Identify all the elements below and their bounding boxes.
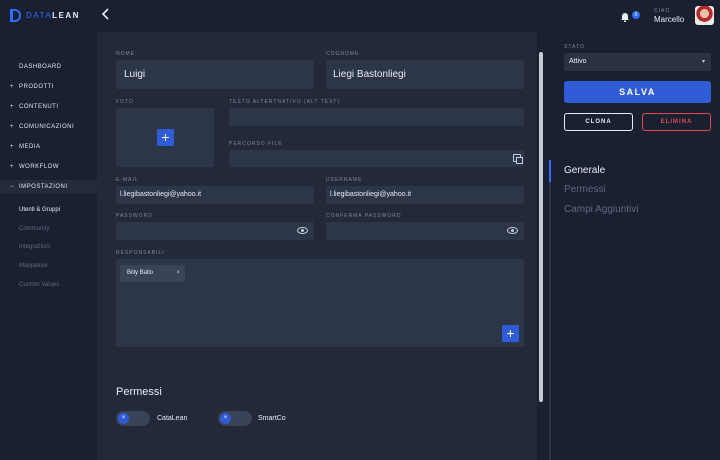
confirm-password-label: CONFERMA PASSWORD (326, 213, 402, 219)
expand-plus-icon: + (10, 104, 15, 110)
alt-text-label: TESTO ALTERTNATIVO (ALT TEXT) (229, 99, 341, 105)
sidebar-item-impostazioni[interactable]: − IMPOSTAZIONI (0, 180, 97, 194)
save-button[interactable]: SALVA (564, 81, 711, 103)
chevron-left-icon[interactable] (101, 8, 113, 22)
expand-plus-icon: + (10, 124, 15, 130)
toggle-catalean-label: CataLean (157, 415, 188, 422)
form-panel (97, 32, 537, 460)
username-value: l.liegibastonliegi@yahoo.it (330, 191, 412, 198)
confirm-password-field[interactable] (326, 222, 524, 240)
toggle-knob: × (118, 413, 129, 424)
sidebar-subitem-integrazioni[interactable]: Integrazioni (19, 244, 50, 250)
add-photo-button[interactable]: + (157, 129, 174, 146)
email-value: l.liegibastonliegi@yahoo.it (120, 191, 202, 198)
email-label: E-MAIL (116, 177, 139, 183)
bell-icon[interactable] (620, 9, 630, 22)
nome-value: Luigi (124, 69, 146, 80)
scrollbar[interactable] (539, 52, 543, 402)
stato-label: STATO (564, 44, 585, 50)
tab-permessi[interactable]: Permessi (564, 184, 606, 195)
copy-icon[interactable] (513, 154, 523, 164)
logo[interactable]: DATALEAN (10, 9, 80, 22)
tab-indicator-line (549, 160, 551, 460)
sidebar-item-label: PRODOTTI (19, 84, 54, 90)
delete-button[interactable]: ELIMINA (642, 113, 711, 131)
nome-field[interactable] (116, 60, 314, 89)
chip-label: Billy Ballo (127, 270, 154, 276)
eye-icon[interactable] (297, 227, 308, 234)
sidebar-item-label: CONTENUTI (19, 104, 59, 110)
tab-campi-aggiuntivi[interactable]: Campi Aggiuntivi (564, 204, 638, 215)
toggle-catalean[interactable]: × (116, 411, 150, 426)
foto-label: FOTO (116, 99, 134, 105)
stato-select[interactable]: Attivo ▾ (564, 53, 711, 71)
collapse-minus-icon: − (10, 184, 15, 190)
chevron-down-icon: ▾ (701, 59, 705, 65)
nome-label: NOME (116, 51, 135, 57)
toggle-smartco-label: SmartCo (258, 415, 286, 422)
logo-icon (10, 9, 21, 22)
avatar[interactable] (695, 6, 714, 25)
expand-plus-icon: + (10, 164, 15, 170)
eye-icon[interactable] (507, 227, 518, 234)
password-field[interactable] (116, 222, 314, 240)
logo-text-data: DATA (26, 11, 53, 20)
cognome-label: COGNOME (326, 51, 360, 57)
sidebar-item-label: IMPOSTAZIONI (19, 184, 68, 190)
expand-plus-icon: + (10, 144, 15, 150)
clone-button[interactable]: CLONA (564, 113, 633, 131)
add-responsabile-button[interactable]: + (502, 325, 519, 342)
logo-text-lean: LEAN (52, 11, 80, 20)
tab-generale[interactable]: Generale (564, 165, 605, 176)
responsabile-chip: Billy Ballo × (120, 265, 185, 282)
sidebar-item-label: COMUNICAZIONI (19, 124, 75, 130)
toggle-knob: × (220, 413, 231, 424)
stato-value: Attivo (569, 58, 587, 65)
sidebar-item-label: MEDIA (19, 144, 41, 150)
sidebar-subitem-utenti[interactable]: Utenti & Gruppi (19, 207, 60, 213)
toggle-smartco[interactable]: × (218, 411, 252, 426)
username-label: USERNAME (326, 177, 363, 183)
percorso-file-field[interactable] (229, 150, 524, 167)
expand-plus-icon: + (10, 84, 15, 90)
sidebar-subitem-mappature[interactable]: Mappature (19, 263, 48, 269)
responsabili-label: RESPONSABILI (116, 250, 165, 256)
sidebar-item-label: DASHBOARD (19, 64, 62, 70)
user-greeting[interactable]: CIAO Marcello (654, 8, 684, 24)
cognome-value: Liegi Bastonliegi (333, 69, 406, 80)
greeting-label: CIAO (654, 8, 671, 14)
notification-badge: 6 (632, 11, 640, 19)
tab-active-indicator (549, 160, 551, 182)
sidebar-item-label: WORKFLOW (19, 164, 59, 170)
password-label: PASSWORD (116, 213, 153, 219)
percorso-file-label: PERCORSO FILE (229, 141, 283, 147)
alt-text-field[interactable] (229, 108, 524, 126)
sidebar-subitem-community[interactable]: Community (19, 226, 49, 232)
user-name: Marcello (654, 15, 685, 24)
close-icon[interactable]: × (176, 270, 180, 276)
permessi-section-title: Permessi (116, 386, 162, 398)
sidebar-subitem-custom-values[interactable]: Custom Values (19, 282, 59, 288)
